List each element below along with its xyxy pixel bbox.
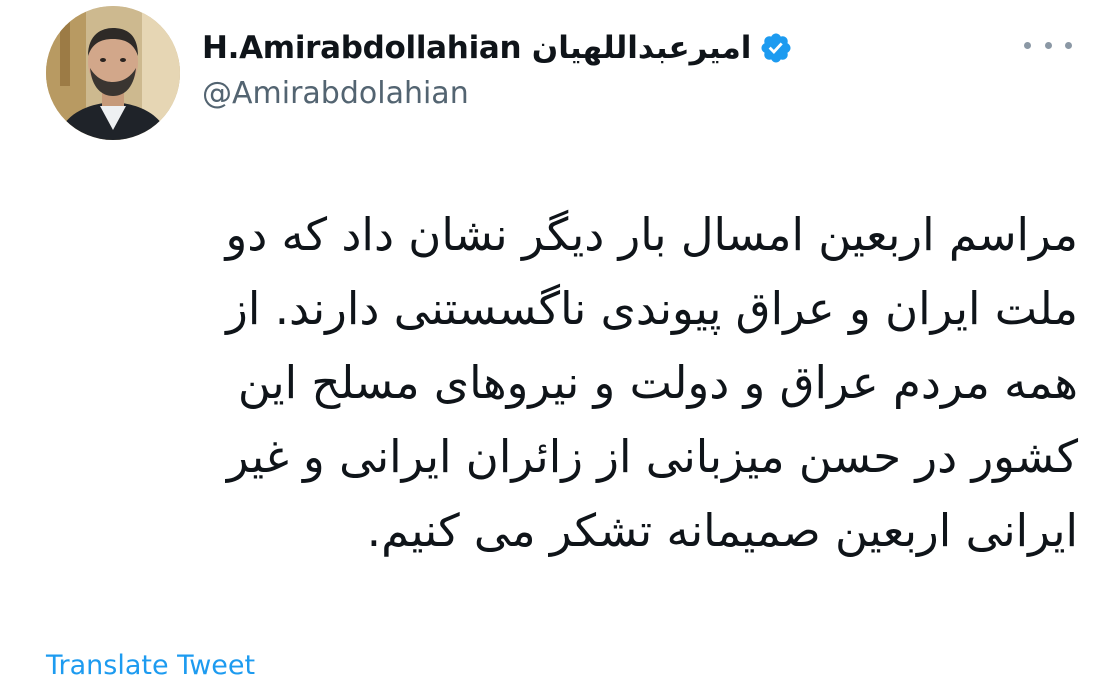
tweet-text: مراسم اربعین امسال بار دیگر نشان داد که … bbox=[100, 198, 1078, 568]
more-dot bbox=[1024, 41, 1031, 49]
tweet-text-line: ملت ایران و عراق پیوندی ناگسستنی دارند. … bbox=[226, 282, 1078, 335]
more-options-icon[interactable] bbox=[1024, 30, 1072, 60]
author-avatar[interactable] bbox=[46, 6, 180, 140]
author-name-row[interactable]: H.Amirabdollahian امیرعبداللهیان bbox=[202, 26, 793, 70]
more-dot bbox=[1065, 41, 1072, 49]
verified-badge-icon bbox=[759, 31, 793, 65]
tweet-text-line: مراسم اربعین امسال بار دیگر نشان داد که … bbox=[225, 208, 1078, 261]
tweet-text-line: کشور در حسن میزبانی از زائران ایرانی و غ… bbox=[226, 430, 1078, 483]
author-handle[interactable]: @Amirabdolahian bbox=[202, 76, 469, 111]
author-display-name[interactable]: H.Amirabdollahian امیرعبداللهیان bbox=[202, 30, 752, 66]
tweet-text-line: همه مردم عراق و دولت و نیروهای مسلح این bbox=[237, 356, 1078, 409]
translate-tweet-link[interactable]: Translate Tweet bbox=[46, 650, 255, 681]
tweet-text-line: ایرانی اربعین صمیمانه تشکر می کنیم. bbox=[366, 504, 1078, 557]
more-dot bbox=[1044, 41, 1052, 49]
tweet-card: H.Amirabdollahian امیرعبداللهیان @Amirab… bbox=[0, 0, 1120, 700]
avatar-photo bbox=[46, 6, 180, 140]
